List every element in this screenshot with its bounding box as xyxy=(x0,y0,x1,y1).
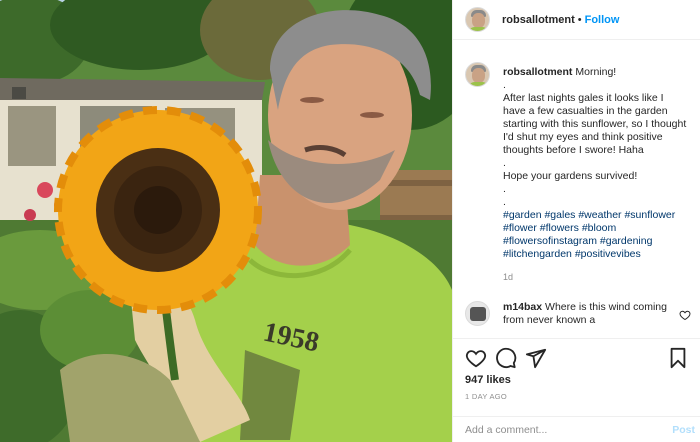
username-link[interactable]: robsallotment xyxy=(502,14,575,26)
hashtag-link[interactable]: #sunflower xyxy=(624,209,675,221)
commenter-username[interactable]: m14bax xyxy=(503,301,542,313)
caption-dot: . xyxy=(503,183,506,195)
share-icon[interactable] xyxy=(525,347,547,369)
hashtag-link[interactable]: #garden xyxy=(503,209,542,221)
post-photo-illustration: 1958 xyxy=(0,0,452,442)
commenter-avatar[interactable] xyxy=(465,301,490,326)
comments-list[interactable]: robsallotment Morning! . After last nigh… xyxy=(453,52,700,338)
comment-icon[interactable] xyxy=(495,347,517,369)
add-comment-bar: Post xyxy=(453,416,700,442)
post-image[interactable]: 1958 xyxy=(0,0,452,442)
post-comment-button[interactable]: Post xyxy=(672,424,695,436)
caption-dot: . xyxy=(503,79,506,91)
comment-item: m14bax Where is this wind coming from ne… xyxy=(453,301,700,327)
caption-dot: . xyxy=(503,196,506,208)
comment-like-icon[interactable] xyxy=(679,309,691,321)
hashtag-link[interactable]: #positivevibes xyxy=(575,248,641,260)
add-comment-input[interactable] xyxy=(465,421,655,439)
separator-dot: • xyxy=(577,13,582,26)
avatar[interactable] xyxy=(465,7,490,32)
caption-body: After last nights gales it looks like I … xyxy=(503,92,687,156)
post-header: robsallotment • Follow xyxy=(453,0,700,40)
hashtag-link[interactable]: #flowers xyxy=(540,222,579,234)
follow-button[interactable]: Follow xyxy=(585,14,620,26)
caption-first-line: Morning! xyxy=(575,66,617,78)
heart-icon[interactable] xyxy=(465,347,487,369)
likes-count[interactable]: 947 likes xyxy=(465,374,511,386)
hashtag-link[interactable]: #flowersofinstagram xyxy=(503,235,597,247)
caption-second-line: Hope your gardens survived! xyxy=(503,170,638,182)
hashtag-link[interactable]: #gardening xyxy=(600,235,653,247)
caption: robsallotment Morning! . After last nigh… xyxy=(453,52,700,284)
hashtag-link[interactable]: #litchengarden xyxy=(503,248,572,260)
avatar[interactable] xyxy=(465,62,490,87)
hashtag-link[interactable]: #gales xyxy=(544,209,575,221)
hashtag-link[interactable]: #weather xyxy=(578,209,621,221)
bookmark-icon[interactable] xyxy=(667,347,689,369)
caption-username[interactable]: robsallotment xyxy=(503,66,572,78)
caption-age: 1d xyxy=(503,272,514,282)
sunflower-illustration xyxy=(54,106,262,314)
post-time-ago: 1 DAY AGO xyxy=(465,392,508,401)
hashtag-link[interactable]: #flower xyxy=(503,222,537,234)
post-sidebar: robsallotment • Follow robsallotment Mor… xyxy=(452,0,700,442)
caption-dot: . xyxy=(503,157,506,169)
hashtag-link[interactable]: #bloom xyxy=(582,222,616,234)
hashtag-list: #garden #gales #weather #sunflower #flow… xyxy=(503,209,689,261)
